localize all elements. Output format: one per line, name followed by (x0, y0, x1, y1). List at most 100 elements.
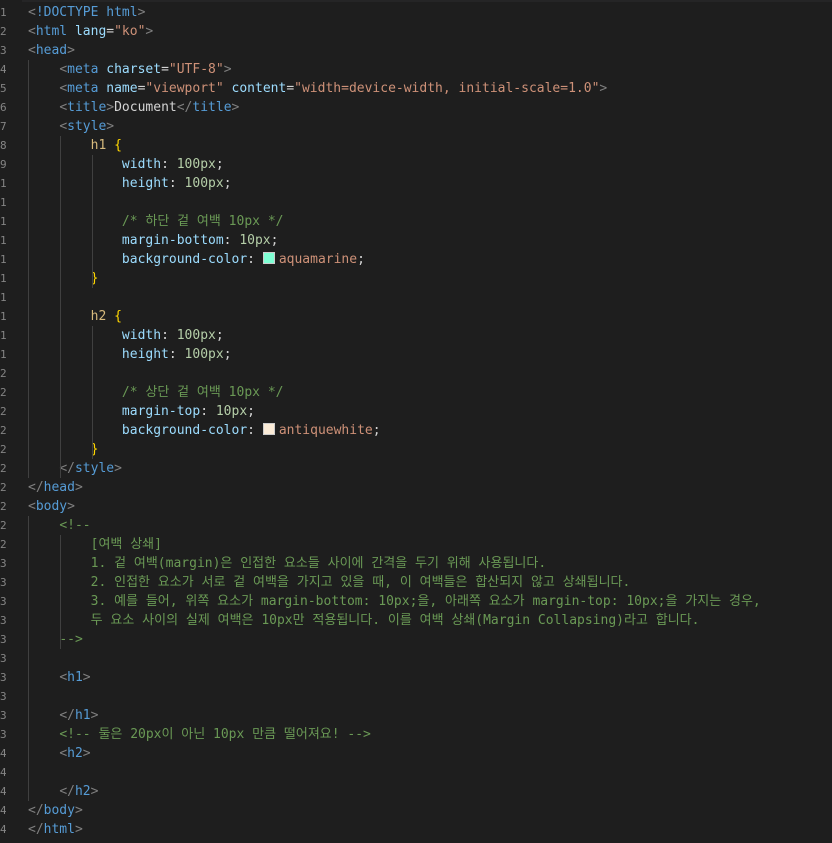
line-number: 12 (0, 215, 6, 228)
code-line[interactable]: 13 margin-bottom: 10px; (0, 231, 832, 250)
line-number: 20 (0, 367, 6, 380)
code-editor[interactable]: 1 <!DOCTYPE html> 2 <html lang="ko"> 3 <head>… (0, 0, 832, 843)
code-line[interactable]: 16 (0, 288, 832, 307)
plain-text (28, 347, 122, 362)
attribute-name: lang (74, 24, 107, 39)
plain-text (28, 176, 122, 191)
code-line[interactable]: 27 <body> (0, 497, 832, 516)
line-code: 3. 예를 들어, 위쪽 요소가 margin-bottom: 10px;을, … (28, 592, 761, 611)
code-line[interactable]: 17 h2 { (0, 307, 832, 326)
plain-text: ; (357, 252, 365, 267)
line-number: 6 (0, 101, 6, 114)
plain-text (28, 423, 122, 438)
plain-text: : (200, 404, 216, 419)
line-code: } (28, 269, 99, 288)
plain-text: ; (247, 404, 255, 419)
tag-name: h1 (67, 670, 83, 685)
tag-name: style (74, 461, 115, 476)
line-code: 2. 인접한 요소가 서로 겉 여백을 가지고 있을 때, 이 여백들은 합산되… (28, 573, 631, 592)
code-line[interactable]: 40 <h2> (0, 744, 832, 763)
brace: { (114, 138, 122, 153)
line-code: <!DOCTYPE html> (28, 3, 145, 22)
code-line[interactable]: 7 <style> (0, 117, 832, 136)
tag-bracket: < (59, 670, 68, 685)
code-line[interactable]: 2 <html lang="ko"> (0, 22, 832, 41)
code-line[interactable]: 14 background-color: aquamarine; (0, 250, 832, 269)
code-line[interactable]: 34 --> (0, 630, 832, 649)
tag-name: head (35, 43, 68, 58)
code-line[interactable]: 11 (0, 193, 832, 212)
code-line[interactable]: 5 <meta name="viewport" content="width=d… (0, 79, 832, 98)
code-line[interactable]: 44 </html> (0, 820, 832, 839)
line-code: /* 상단 겉 여백 10px */ (28, 383, 284, 402)
indent-guide (28, 516, 29, 801)
code-line[interactable]: 36 <h1> (0, 668, 832, 687)
code-line[interactable]: 32 3. 예를 들어, 위쪽 요소가 margin-bottom: 10px;… (0, 592, 832, 611)
code-line[interactable]: 42 </h2> (0, 782, 832, 801)
string-value: "ko" (114, 24, 146, 39)
line-code: margin-bottom: 10px; (28, 231, 279, 250)
color-swatch-icon[interactable] (262, 423, 275, 435)
line-number: 17 (0, 310, 6, 323)
code-line[interactable]: 37 (0, 687, 832, 706)
number-value: 100px (176, 328, 216, 343)
code-line[interactable]: 41 (0, 763, 832, 782)
line-code: 1. 겉 여백(margin)은 인접한 요소들 사이에 간격을 두기 위해 사… (28, 554, 547, 573)
css-property: background-color (121, 423, 248, 438)
line-number: 42 (0, 785, 6, 798)
line-number: 41 (0, 766, 6, 779)
code-line[interactable]: 9 width: 100px; (0, 155, 832, 174)
line-code: <h2> (28, 744, 90, 763)
tag-name: meta (67, 81, 99, 96)
line-code: 두 요소 사이의 실제 여백은 10px만 적용됩니다. 이를 여백 상쇄(Ma… (28, 611, 700, 630)
code-line[interactable]: 31 2. 인접한 요소가 서로 겉 여백을 가지고 있을 때, 이 여백들은 … (0, 573, 832, 592)
code-line[interactable]: 43 </body> (0, 801, 832, 820)
css-selector: h1 (90, 138, 107, 153)
code-line[interactable]: 18 width: 100px; (0, 326, 832, 345)
code-line[interactable]: 15 } (0, 269, 832, 288)
code-line[interactable]: 28 <!-- (0, 516, 832, 535)
line-code: </h1> (28, 706, 98, 725)
line-number: 5 (0, 82, 6, 95)
tag-bracket: > (74, 480, 83, 495)
line-code: </body> (28, 801, 83, 820)
code-line[interactable]: 12 /* 하단 겉 여백 10px */ (0, 212, 832, 231)
line-code: <meta charset="UTF-8"> (28, 60, 232, 79)
code-line[interactable]: 23 background-color: antiquewhite; (0, 421, 832, 440)
code-line[interactable]: 8 h1 { (0, 136, 832, 155)
code-line[interactable]: 24 } (0, 440, 832, 459)
line-code: </html> (28, 820, 83, 839)
code-line[interactable]: 25 </style> (0, 459, 832, 478)
code-line[interactable]: 26 </head> (0, 478, 832, 497)
plain-text: ; (215, 157, 224, 172)
color-swatch-icon[interactable] (262, 252, 275, 264)
line-number: 24 (0, 443, 6, 456)
code-line[interactable]: 1 <!DOCTYPE html> (0, 3, 832, 22)
line-code: </head> (28, 478, 83, 497)
code-line[interactable]: 22 margin-top: 10px; (0, 402, 832, 421)
tag-name: html (35, 24, 68, 39)
code-line[interactable]: 38 </h1> (0, 706, 832, 725)
plain-text: = (286, 81, 295, 96)
plain-text: : (247, 252, 263, 267)
code-line[interactable]: 30 1. 겉 여백(margin)은 인접한 요소들 사이에 간격을 두기 위… (0, 554, 832, 573)
tag-bracket: > (223, 62, 232, 77)
code-line[interactable]: 33 두 요소 사이의 실제 여백은 10px만 적용됩니다. 이를 여백 상쇄… (0, 611, 832, 630)
code-line[interactable]: 10 height: 100px; (0, 174, 832, 193)
plain-text (224, 81, 232, 96)
code-line[interactable]: 39 <!-- 둘은 20px이 아닌 10px 만큼 떨어져요! --> (0, 725, 832, 744)
line-code: <html lang="ko"> (28, 22, 153, 41)
tag-bracket: < (28, 5, 36, 20)
code-line[interactable]: 19 height: 100px; (0, 345, 832, 364)
tag-bracket: < (28, 24, 36, 39)
code-line[interactable]: 4 <meta charset="UTF-8"> (0, 60, 832, 79)
code-line[interactable]: 35 (0, 649, 832, 668)
tag-name: style (67, 119, 107, 134)
code-line[interactable]: 21 /* 상단 겉 여백 10px */ (0, 383, 832, 402)
plain-text: ; (223, 347, 232, 362)
code-line[interactable]: 20 (0, 364, 832, 383)
line-code: </h2> (28, 782, 98, 801)
code-line[interactable]: 3 <head> (0, 41, 832, 60)
code-line[interactable]: 6 <title>Document</title> (0, 98, 832, 117)
code-line[interactable]: 29 [여백 상쇄] (0, 535, 832, 554)
